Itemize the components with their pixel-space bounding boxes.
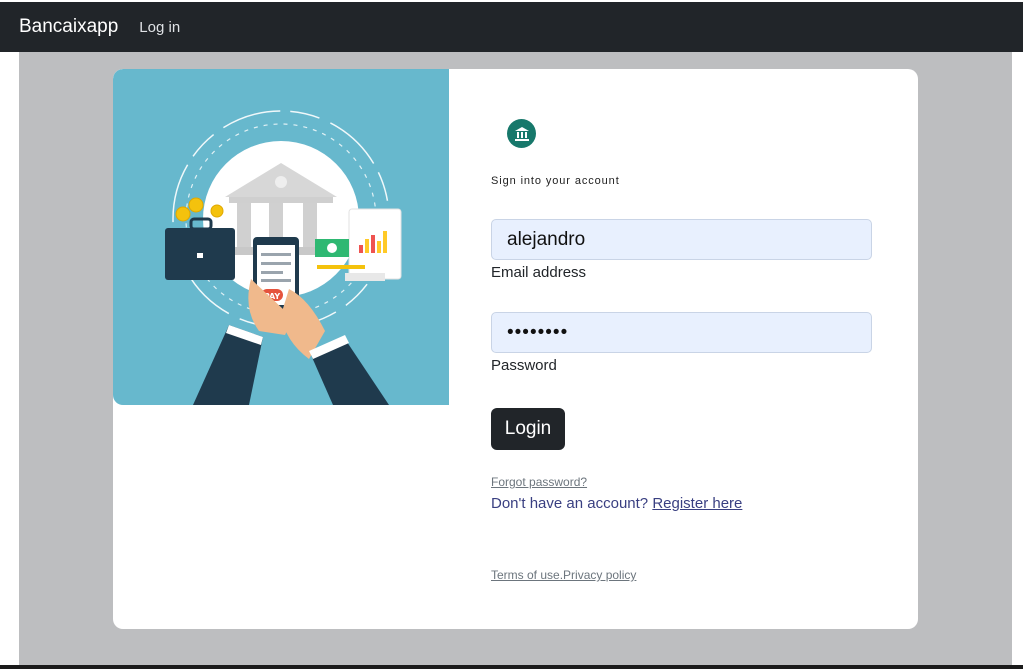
email-label: Email address <box>491 264 587 281</box>
register-prompt: Don't have an account? <box>491 495 649 512</box>
banknote-center <box>327 243 337 253</box>
paper-roll <box>345 273 385 281</box>
coin-icon <box>175 206 191 222</box>
privacy-link[interactable]: Privacy policy <box>563 568 636 582</box>
bank-icon <box>507 119 536 148</box>
report-bar <box>383 231 387 253</box>
terms-privacy-links: Terms of use.Privacy policy <box>491 568 636 582</box>
bottom-border <box>0 665 1023 669</box>
navbar: Bancaixapp Log in <box>0 2 1023 52</box>
report-bar <box>365 239 369 253</box>
phone-line <box>261 262 291 265</box>
phone-line <box>261 253 291 256</box>
bank-column <box>303 203 317 247</box>
phone-line <box>261 279 291 282</box>
login-card: PAY Sign into your account Email address… <box>113 69 918 629</box>
report-bar <box>377 241 381 253</box>
report-bar <box>359 245 363 253</box>
login-button[interactable]: Login <box>491 408 565 450</box>
register-line: Don't have an account? Register here <box>491 495 742 512</box>
login-form: Sign into your account Email address Pas… <box>491 69 891 629</box>
nav-login-link[interactable]: Log in <box>139 19 180 36</box>
coin-icon <box>188 197 204 213</box>
bank-column <box>237 203 251 247</box>
register-link[interactable]: Register here <box>652 495 742 512</box>
form-heading: Sign into your account <box>491 175 620 187</box>
phone-line <box>261 271 283 274</box>
bank-beam <box>229 197 333 203</box>
terms-link[interactable]: Terms of use. <box>491 568 563 582</box>
banking-illustration-svg: PAY <box>165 110 402 405</box>
briefcase-lock <box>197 253 203 258</box>
brand-title[interactable]: Bancaixapp <box>19 16 118 38</box>
bank-roof-emblem <box>275 176 287 188</box>
banking-illustration: PAY <box>113 69 449 405</box>
report-bar <box>371 235 375 253</box>
card-strip <box>317 265 365 269</box>
email-input[interactable] <box>491 219 872 260</box>
password-input[interactable] <box>491 312 872 353</box>
forgot-password-link[interactable]: Forgot password? <box>491 475 587 489</box>
coin-icon <box>210 204 224 218</box>
password-label: Password <box>491 357 557 374</box>
